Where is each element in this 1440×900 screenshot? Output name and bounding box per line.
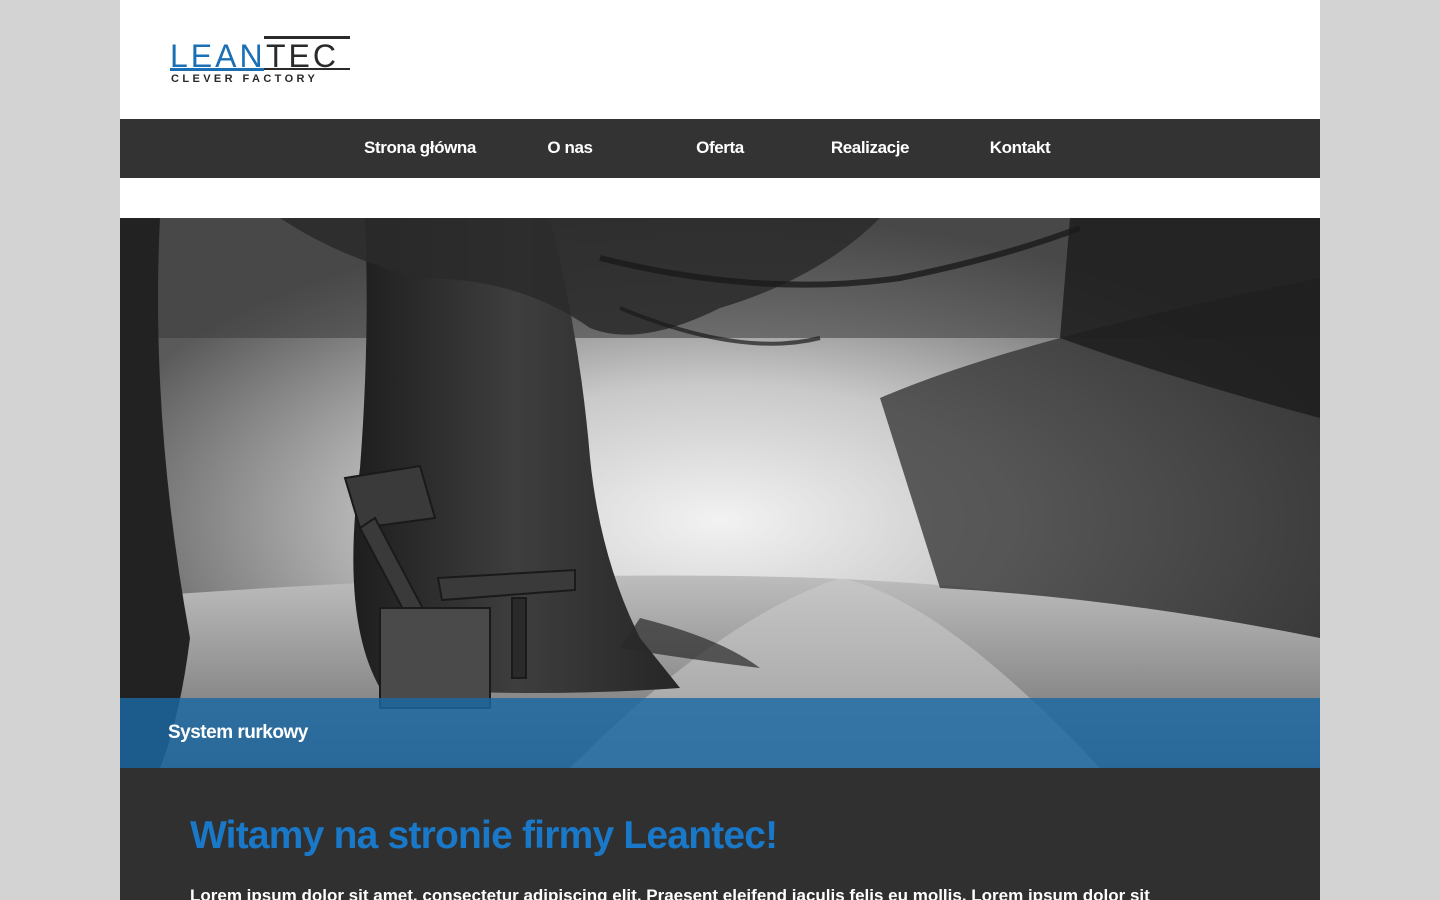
nav-item-about[interactable]: O nas xyxy=(495,119,645,178)
hero-image xyxy=(120,218,1320,768)
nav-item-contact[interactable]: Kontakt xyxy=(945,119,1095,178)
nav-item-home[interactable]: Strona główna xyxy=(345,119,495,178)
welcome-heading: Witamy na stronie firmy Leantec! xyxy=(190,814,778,857)
nav-item-projects[interactable]: Realizacje xyxy=(795,119,945,178)
slide-caption: System rurkowy xyxy=(168,722,308,743)
site-header: LEAN TEC CLEVER FACTORY xyxy=(120,0,1320,119)
welcome-section: Witamy na stronie firmy Leantec! Lorem i… xyxy=(120,768,1320,900)
svg-text:CLEVER FACTORY: CLEVER FACTORY xyxy=(171,73,318,85)
page-container: LEAN TEC CLEVER FACTORY Strona główna O … xyxy=(120,0,1320,900)
leantec-logo[interactable]: LEAN TEC CLEVER FACTORY xyxy=(170,36,352,86)
slide-caption-bar: System rurkowy xyxy=(120,698,1320,768)
nav-item-offer[interactable]: Oferta xyxy=(645,119,795,178)
welcome-paragraph: Lorem ipsum dolor sit amet, consectetur … xyxy=(190,886,1150,900)
main-nav: Strona główna O nas Oferta Realizacje Ko… xyxy=(120,119,1320,178)
hero-slider[interactable]: System rurkowy xyxy=(120,218,1320,768)
